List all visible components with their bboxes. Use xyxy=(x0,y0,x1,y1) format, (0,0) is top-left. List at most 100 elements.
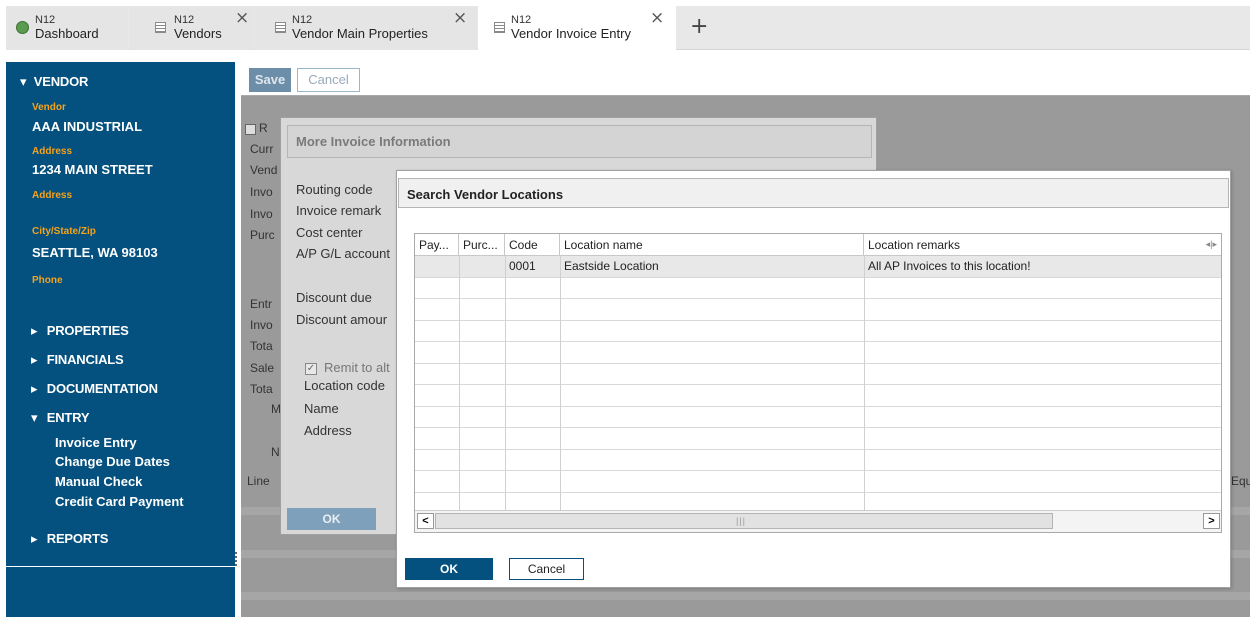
city-state-zip-value: SEATTLE, WA 98103 xyxy=(32,245,158,260)
section-label: DOCUMENTATION xyxy=(46,381,158,396)
background-label: Invo xyxy=(250,207,273,221)
sidebar-item-invoice-entry[interactable]: Invoice Entry xyxy=(55,435,137,450)
cancel-button[interactable]: Cancel xyxy=(509,558,584,580)
add-tab-icon[interactable]: + xyxy=(690,16,708,38)
tab-vendors[interactable]: N12 Vendors × xyxy=(129,6,254,50)
section-label: REPORTS xyxy=(46,531,109,546)
dialog-title: Search Vendor Locations xyxy=(407,187,564,202)
cost-center-label: Cost center xyxy=(296,225,363,240)
empty-table-row xyxy=(415,364,1221,385)
document-icon xyxy=(275,22,286,33)
tab-bar: N12 Dashboard N12 Vendors × N12 Vendor M… xyxy=(0,0,1250,56)
cell-location-name: Eastside Location xyxy=(564,259,659,273)
location-code-label: Location code xyxy=(304,378,385,393)
invoice-remark-label: Invoice remark xyxy=(296,203,382,218)
grid-header: Pay... Purc... Code Location name Locati… xyxy=(415,234,1221,256)
cell-code: 0001 xyxy=(509,259,536,273)
background-label: Invo xyxy=(250,318,273,332)
sidebar-item-manual-check[interactable]: Manual Check xyxy=(55,474,142,489)
address-label: Address xyxy=(304,423,352,438)
tab-dashboard[interactable]: N12 Dashboard xyxy=(6,6,128,50)
tabs-row: N12 Dashboard N12 Vendors × N12 Vendor M… xyxy=(6,6,1250,51)
tab-vendor-invoice-entry[interactable]: N12 Vendor Invoice Entry × xyxy=(478,6,676,51)
dashboard-icon xyxy=(16,21,29,34)
scroll-right-button[interactable]: > xyxy=(1203,513,1220,529)
sidebar-section-properties[interactable]: ▸ PROPERTIES xyxy=(31,323,129,339)
close-icon[interactable]: × xyxy=(650,10,664,27)
ok-button[interactable]: OK xyxy=(287,508,376,530)
sidebar-section-documentation[interactable]: ▸ DOCUMENTATION xyxy=(31,381,158,397)
empty-table-row xyxy=(415,407,1221,428)
phone-label: Phone xyxy=(32,275,63,286)
tab-app-label: N12 xyxy=(35,14,56,26)
save-button[interactable]: Save xyxy=(249,68,291,92)
ok-button[interactable]: OK xyxy=(405,558,493,580)
background-label: Vend xyxy=(250,163,278,177)
cancel-button[interactable]: Cancel xyxy=(297,68,360,92)
background-label: Curr xyxy=(250,142,274,156)
dialog-header: More Invoice Information xyxy=(287,125,872,158)
tab-title: Dashboard xyxy=(35,26,99,41)
column-header-pay[interactable]: Pay... xyxy=(415,234,459,256)
sidebar-section-reports[interactable]: ▸ REPORTS xyxy=(31,531,108,547)
tab-title: Vendor Main Properties xyxy=(292,26,428,41)
background-label: Line xyxy=(247,474,270,488)
background-checkbox[interactable] xyxy=(245,124,256,135)
table-row[interactable]: 0001 Eastside Location All AP Invoices t… xyxy=(415,256,1221,278)
sidebar-resize-handle[interactable] xyxy=(235,552,238,566)
column-resize-icon[interactable]: ◂|▸ xyxy=(1206,239,1217,250)
horizontal-scrollbar[interactable]: < ||| > xyxy=(415,510,1221,532)
scrollbar-thumb[interactable]: ||| xyxy=(435,513,1053,529)
sidebar-section-vendor[interactable]: ▾ VENDOR xyxy=(20,74,88,90)
sidebar-section-entry[interactable]: ▾ ENTRY xyxy=(31,410,90,426)
tab-vendor-main-properties[interactable]: N12 Vendor Main Properties × xyxy=(255,6,477,50)
discount-amount-label: Discount amour xyxy=(296,312,388,327)
column-divider xyxy=(459,256,460,510)
tab-title: Vendor Invoice Entry xyxy=(511,26,631,41)
collapsed-arrow-icon: ▸ xyxy=(31,531,38,546)
vendor-value: AAA INDUSTRIAL xyxy=(32,119,143,134)
background-row xyxy=(241,592,1250,600)
empty-table-row xyxy=(415,342,1221,364)
column-header-location-name[interactable]: Location name xyxy=(560,234,864,256)
column-divider xyxy=(560,256,561,510)
section-label: VENDOR xyxy=(33,74,89,89)
close-icon[interactable]: × xyxy=(453,10,467,27)
empty-table-row xyxy=(415,450,1221,471)
remit-to-alt-checkbox[interactable]: ✓ xyxy=(305,363,317,375)
empty-table-row xyxy=(415,385,1221,407)
background-label: Tota xyxy=(250,339,273,353)
column-divider xyxy=(505,256,506,510)
collapsed-arrow-icon: ▸ xyxy=(31,323,38,338)
background-label: R xyxy=(259,121,268,135)
sidebar-divider xyxy=(6,566,235,567)
remit-to-alt-label: Remit to alt xyxy=(324,360,390,375)
background-label: Entr xyxy=(250,297,273,311)
sidebar-section-financials[interactable]: ▸ FINANCIALS xyxy=(31,352,124,368)
tab-title: Vendors xyxy=(174,26,222,41)
sidebar-item-credit-card-payment[interactable]: Credit Card Payment xyxy=(55,494,184,509)
background-label: Equ xyxy=(1231,474,1250,488)
close-icon[interactable]: × xyxy=(235,10,249,27)
column-header-code[interactable]: Code xyxy=(505,234,560,256)
locations-grid: Pay... Purc... Code Location name Locati… xyxy=(414,233,1222,533)
background-label: Invo xyxy=(250,185,273,199)
section-label: FINANCIALS xyxy=(46,352,124,367)
background-label: Tota xyxy=(250,382,273,396)
address-value: 1234 MAIN STREET xyxy=(32,162,153,177)
expanded-arrow-icon: ▾ xyxy=(31,410,38,425)
city-state-zip-label: City/State/Zip xyxy=(32,226,96,237)
address2-label: Address xyxy=(32,190,73,201)
sidebar-item-change-due-dates[interactable]: Change Due Dates xyxy=(55,454,170,469)
dialog-header: Search Vendor Locations xyxy=(398,178,1229,208)
column-header-purc[interactable]: Purc... xyxy=(459,234,505,256)
expanded-arrow-icon: ▾ xyxy=(20,74,27,89)
search-vendor-locations-dialog: Search Vendor Locations Pay... Purc... C… xyxy=(396,170,1231,588)
column-header-location-remarks[interactable]: Location remarks xyxy=(864,234,1221,256)
empty-table-row xyxy=(415,321,1221,342)
empty-table-row xyxy=(415,278,1221,299)
document-icon xyxy=(155,22,166,33)
scroll-left-button[interactable]: < xyxy=(417,513,434,529)
routing-code-label: Routing code xyxy=(296,182,373,197)
scroll-grip-icon: ||| xyxy=(736,516,747,526)
